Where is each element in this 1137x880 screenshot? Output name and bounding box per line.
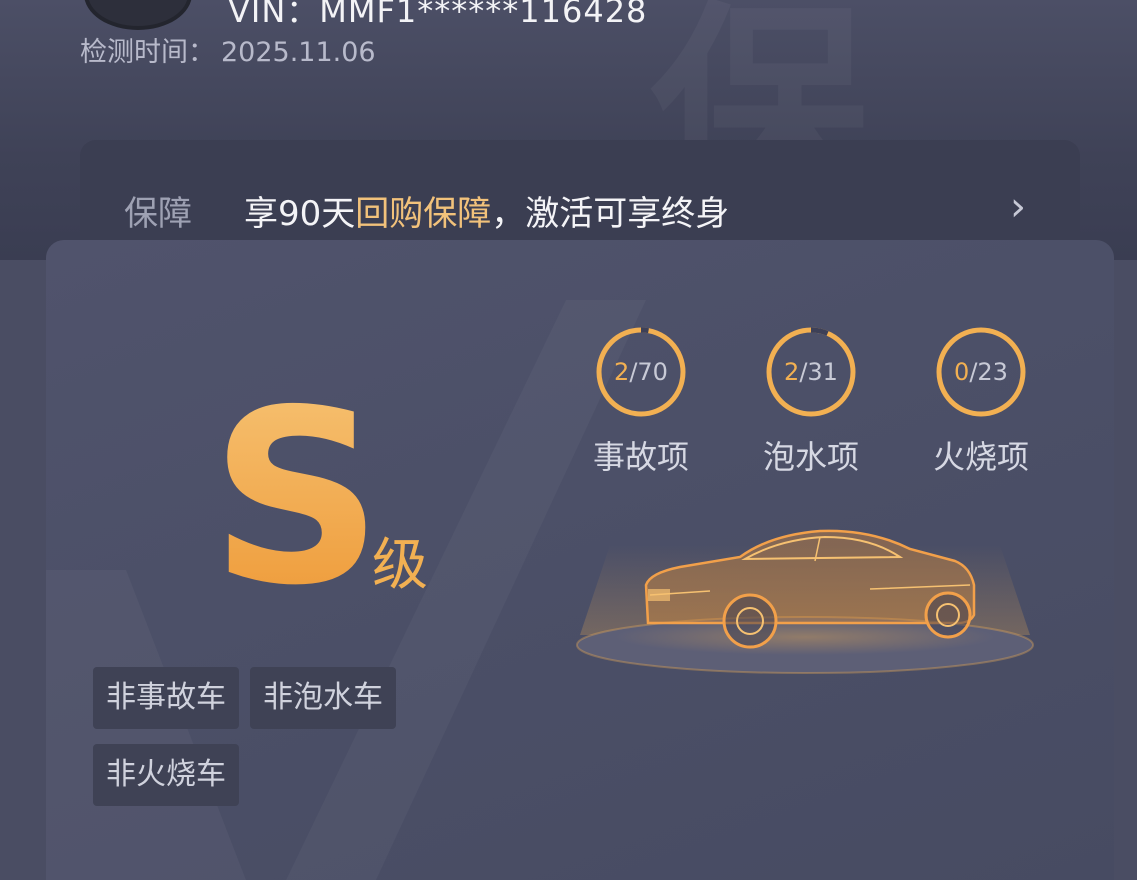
check-time-label: 检测时间： <box>80 37 215 68</box>
tag-no-accident: 非事故车 <box>93 667 239 729</box>
car-illustration-icon <box>576 529 1034 674</box>
flood-count: 2/31 <box>784 358 838 386</box>
guarantee-highlight: 回购保障 <box>355 194 492 234</box>
chevron-right-icon[interactable]: › <box>1010 184 1026 230</box>
grade-suffix: 级 <box>372 533 428 598</box>
inspection-flood[interactable]: 2/31 泡水项 <box>756 326 866 478</box>
flood-ring: 2/31 <box>765 326 857 418</box>
accident-label: 事故项 <box>592 438 689 476</box>
flood-label: 泡水项 <box>762 438 859 476</box>
tag-no-fire: 非火烧车 <box>93 744 239 806</box>
tag-no-flood: 非泡水车 <box>250 667 396 729</box>
inspection-accident[interactable]: 2/70 事故项 <box>586 326 696 478</box>
accident-ring: 2/70 <box>595 326 687 418</box>
accident-count: 2/70 <box>614 358 668 386</box>
guarantee-text-prefix: 享90天 <box>244 194 356 234</box>
fire-ring: 0/23 <box>935 326 1027 418</box>
fire-count: 0/23 <box>954 358 1008 386</box>
fire-label: 火烧项 <box>932 438 1029 476</box>
inspection-fire[interactable]: 0/23 火烧项 <box>926 326 1036 478</box>
guarantee-text-suffix: ，激活可享终身 <box>491 194 730 234</box>
guarantee-text: 享90天回购保障，激活可享终身 <box>244 186 729 235</box>
grade-letter: S <box>210 358 383 638</box>
guarantee-label: 保障 <box>124 194 192 234</box>
vin-number: VIN：MMF1******116428 <box>228 0 648 30</box>
check-time-value: 2025.11.06 <box>221 37 376 68</box>
check-time: 检测时间： 2025.11.06 <box>80 30 376 69</box>
